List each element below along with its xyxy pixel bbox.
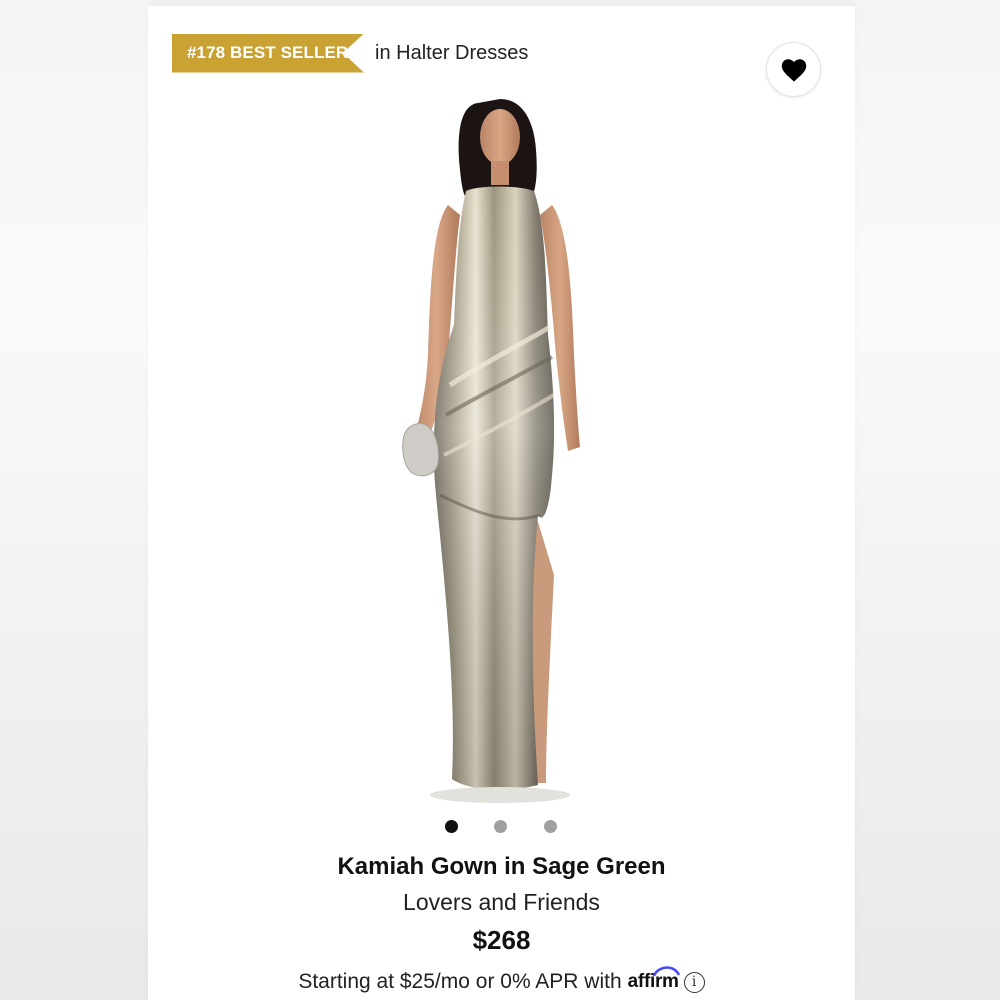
best-seller-badge: #178 BEST SELLER [172,33,364,73]
affirm-arc-icon [652,966,680,977]
product-title[interactable]: Kamiah Gown in Sage Green [148,853,855,881]
carousel-dot-3[interactable] [544,820,557,833]
background-right [855,0,1000,1000]
product-price: $268 [472,925,531,955]
carousel-dot-1[interactable] [445,820,458,833]
financing-text: Starting at $25/mo or 0% APR with [298,970,622,993]
best-seller-category[interactable]: in Halter Dresses [375,42,528,65]
wishlist-button[interactable] [766,42,821,97]
best-seller-row: #178 BEST SELLER in Halter Dresses [172,33,528,73]
carousel-dots [0,820,1000,834]
background-left [0,0,148,1000]
product-brand[interactable]: Lovers and Friends [148,889,855,916]
product-image[interactable] [360,95,640,807]
carousel-dot-2[interactable] [494,820,507,833]
affirm-logo: affirm [628,966,680,993]
info-icon[interactable]: i [683,971,705,993]
heart-icon [781,58,806,82]
financing-row: Starting at $25/mo or 0% APR with affirm… [148,966,855,994]
